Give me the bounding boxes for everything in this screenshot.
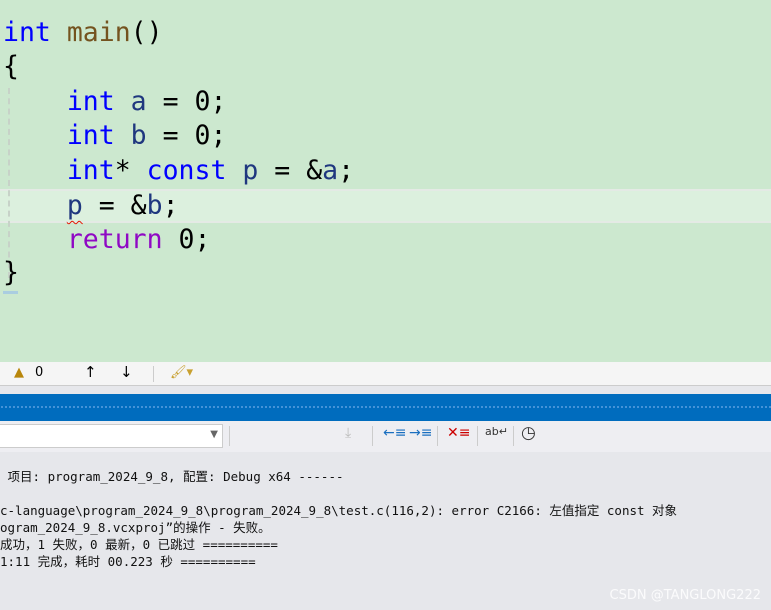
- code-line-4: int b = 0;: [66, 120, 227, 151]
- code-line-6: p = &b;: [66, 190, 179, 221]
- error-squiggle: p: [66, 190, 83, 221]
- code-editor[interactable]: int main() { int a = 0; int b = 0; int* …: [0, 0, 771, 362]
- clear-all-icon[interactable]: ✕≡: [447, 425, 470, 441]
- brace-match-marker: [3, 291, 18, 294]
- output-line: c-language\program_2024_9_8\program_2024…: [0, 503, 678, 518]
- output-line: 项目: program_2024_9_8, 配置: Debug x64 ----…: [0, 469, 344, 484]
- code-line-2: {: [3, 51, 19, 82]
- grip-dots: [0, 405, 771, 409]
- clock-icon[interactable]: ◷: [521, 423, 536, 443]
- chevron-down-icon: ▼: [210, 429, 218, 440]
- divider: [477, 426, 478, 446]
- next-message-icon[interactable]: →≡: [409, 425, 432, 441]
- output-line: 成功，1 失败，0 最新，0 已跳过 ==========: [0, 537, 278, 552]
- word-wrap-icon[interactable]: ab↵: [485, 425, 508, 438]
- editor-status-bar: ▲ 0 ↑ ↓ 🖌▾: [0, 362, 771, 386]
- divider: [229, 426, 230, 446]
- output-panel-titlebar[interactable]: [0, 394, 771, 421]
- code-line-7: return 0;: [66, 224, 211, 255]
- divider: [437, 426, 438, 446]
- warning-count[interactable]: 0: [35, 365, 43, 380]
- brush-icon[interactable]: 🖌▾: [170, 365, 193, 380]
- divider: [153, 366, 154, 382]
- divider: [372, 426, 373, 446]
- code-line-8: }: [3, 257, 19, 288]
- code-line-3: int a = 0;: [66, 86, 227, 117]
- output-toolbar: ▼ ⤓ ←≡ →≡ ✕≡ ab↵ ◷: [0, 421, 771, 452]
- warning-icon[interactable]: ▲: [14, 365, 24, 380]
- output-line: 1:11 完成，耗时 00.223 秒 ==========: [0, 554, 256, 569]
- output-line: ogram_2024_9_8.vcxproj”的操作 - 失败。: [0, 520, 271, 535]
- code-line-5: int* const p = &a;: [66, 155, 355, 186]
- output-text[interactable]: 项目: program_2024_9_8, 配置: Debug x64 ----…: [0, 468, 677, 570]
- previous-message-icon[interactable]: ←≡: [383, 425, 406, 441]
- go-to-line-icon[interactable]: ⤓: [345, 425, 351, 441]
- divider: [513, 426, 514, 446]
- arrow-up-icon[interactable]: ↑: [84, 363, 97, 381]
- arrow-down-icon[interactable]: ↓: [120, 363, 133, 381]
- code-line-1: int main(): [3, 17, 163, 48]
- watermark: CSDN @TANGLONG222: [609, 588, 761, 603]
- output-source-dropdown[interactable]: ▼: [0, 424, 223, 448]
